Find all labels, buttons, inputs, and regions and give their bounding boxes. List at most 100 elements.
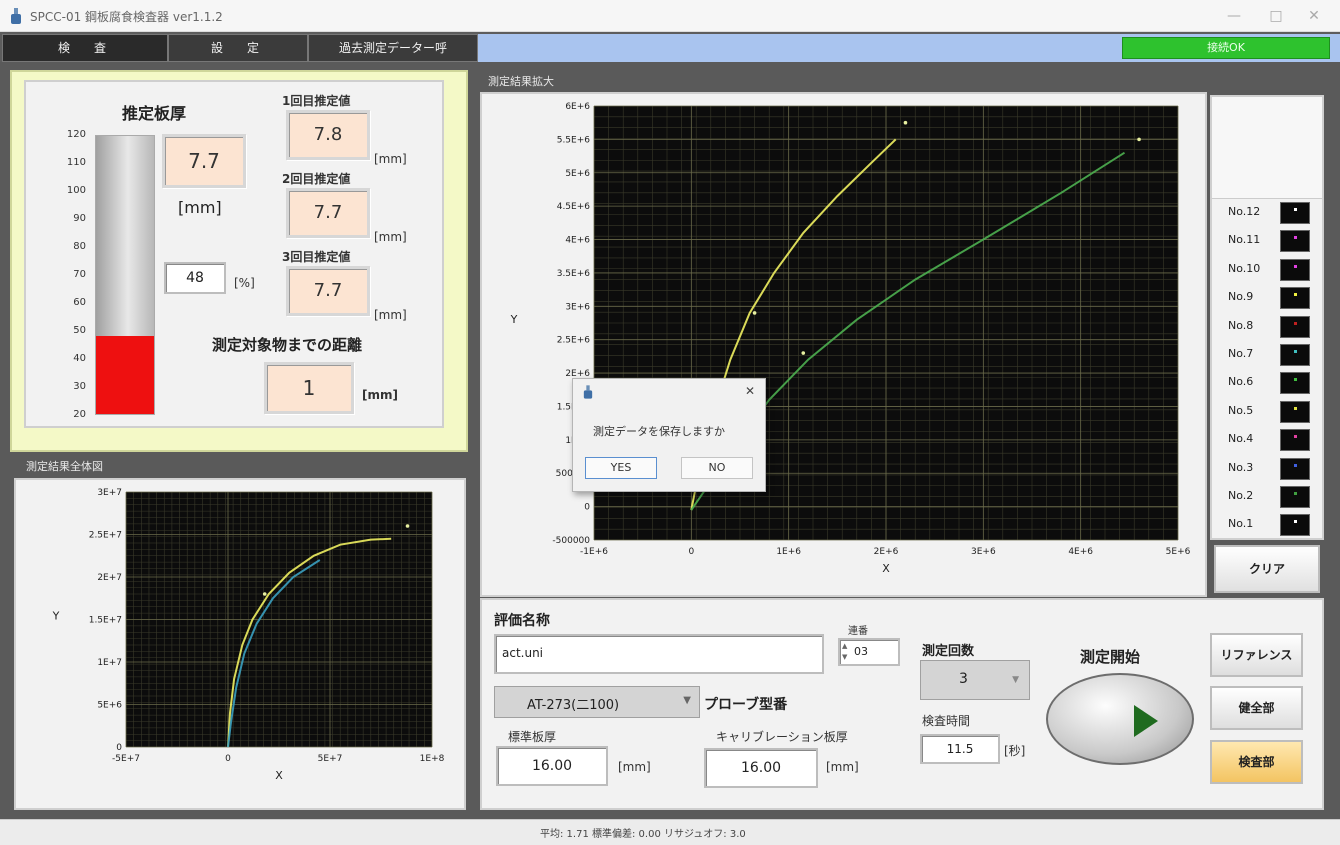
legend-dot (1294, 406, 1297, 410)
x-tick-label: 5E+6 (1166, 547, 1191, 557)
serial-label: 連番 (848, 626, 868, 637)
dialog-no-button[interactable]: NO (681, 457, 753, 479)
thickness-value: 7.7 (162, 134, 246, 188)
clear-button[interactable]: クリア (1214, 545, 1320, 593)
tab-inspection[interactable]: 検 査 (2, 34, 168, 62)
legend-item[interactable]: No.5 (1216, 398, 1322, 426)
legend-item[interactable]: No.12 (1216, 199, 1322, 227)
dialog-close-button[interactable]: ✕ (745, 384, 755, 398)
time-label: 検査時間 (922, 714, 971, 728)
distance-value: 1 (264, 362, 354, 414)
legend-dot (1294, 293, 1297, 297)
legend-item[interactable]: No.4 (1216, 426, 1322, 454)
std-thickness-input[interactable]: 16.00 (496, 746, 608, 786)
serial-value: 03 (854, 645, 868, 658)
legend-item[interactable]: No.3 (1216, 455, 1322, 483)
data-point (262, 592, 267, 596)
calib-input[interactable]: 16.00 (704, 748, 818, 788)
y-tick-label: 0 (584, 503, 590, 513)
serial-input[interactable]: ▲ ▼ 03 (838, 638, 900, 666)
legend-item[interactable]: No.8 (1216, 313, 1322, 341)
legend-swatch (1280, 429, 1310, 452)
count-label: 測定回数 (922, 644, 975, 659)
legend-dot (1294, 264, 1297, 268)
est3-value: 7.7 (286, 266, 370, 316)
y-axis-label: Y (510, 313, 518, 326)
zoom-graph-title: 測定結果拡大 (488, 75, 554, 88)
status-text: 平均: 1.71 標準偏差: 0.00 リサジュオフ: 3.0 (540, 829, 746, 840)
stepper-up-icon[interactable]: ▲ (842, 642, 847, 650)
legend-item[interactable]: No.6 (1216, 369, 1322, 397)
overall-graph-title: 測定結果全体図 (26, 460, 103, 473)
chevron-down-icon: ▼ (683, 695, 691, 706)
gauge-tick-label: 90 (73, 213, 86, 224)
name-input[interactable]: act.uni (494, 634, 824, 674)
gauge-tick-label: 30 (73, 381, 86, 392)
legend-label: No.5 (1228, 403, 1254, 417)
legend-swatch (1280, 287, 1310, 310)
name-label: 評価名称 (494, 613, 550, 629)
probe-select[interactable]: AT-273(二100) ▼ (494, 686, 700, 718)
legend-label: No.8 (1228, 318, 1254, 332)
y-tick-label: 2E+7 (97, 573, 122, 583)
dialog-yes-button[interactable]: YES (585, 457, 657, 479)
est2-unit: [mm] (374, 230, 407, 244)
calib-label: キャリブレーション板厚 (716, 730, 848, 744)
calib-unit: [mm] (826, 760, 859, 774)
percent-value: 48 (164, 262, 226, 294)
est1-label: 1回目推定値 (282, 94, 351, 108)
x-tick-label: 5E+7 (318, 754, 343, 764)
minimize-button[interactable]: — (1222, 6, 1246, 26)
y-tick-label: 0 (116, 743, 122, 753)
legend-label: No.11 (1228, 233, 1261, 247)
tab-settings[interactable]: 設 定 (168, 34, 308, 62)
reference-button[interactable]: リファレンス (1210, 633, 1303, 677)
legend-item[interactable]: No.11 (1216, 227, 1322, 255)
start-measurement-button[interactable] (1046, 673, 1194, 765)
legend-swatch (1280, 230, 1310, 253)
y-tick-label: -500000 (552, 536, 590, 546)
gauge-tick-label: 100 (66, 185, 86, 196)
data-point (405, 524, 410, 528)
chevron-down-icon: ▼ (1012, 675, 1019, 685)
x-axis-label: X (882, 562, 890, 575)
x-axis-label: X (275, 769, 283, 782)
x-tick-label: 3E+6 (971, 547, 996, 557)
legend-label: No.6 (1228, 375, 1254, 389)
legend-dot (1294, 350, 1297, 353)
legend-dot (1294, 435, 1297, 439)
title-bar: SPCC-01 鋼板腐食検査器 ver1.1.2 — □ ✕ (0, 0, 1340, 32)
legend-label: No.9 (1228, 290, 1254, 304)
close-button[interactable]: ✕ (1302, 6, 1326, 26)
x-tick-label: 1E+6 (776, 547, 801, 557)
y-tick-label: 5E+6 (565, 169, 590, 179)
tab-history[interactable]: 過去測定データー呼 (308, 34, 478, 62)
legend-swatch (1280, 372, 1310, 395)
window-title: SPCC-01 鋼板腐食検査器 ver1.1.2 (30, 10, 223, 24)
legend-item[interactable]: No.1 (1216, 511, 1322, 539)
data-point (903, 120, 908, 125)
healthy-part-button[interactable]: 健全部 (1210, 686, 1303, 730)
gauge-tick-label: 70 (73, 269, 86, 280)
stepper-down-icon[interactable]: ▼ (842, 653, 847, 661)
maximize-button[interactable]: □ (1264, 6, 1288, 26)
legend-item[interactable]: No.2 (1216, 483, 1322, 511)
est1-unit: [mm] (374, 152, 407, 166)
legend-swatch (1280, 457, 1310, 480)
y-tick-label: 3E+7 (97, 488, 122, 498)
y-tick-label: 1.5E+7 (89, 616, 122, 626)
legend-item[interactable]: No.7 (1216, 341, 1322, 369)
count-select[interactable]: 3 ▼ (920, 660, 1030, 700)
legend-item[interactable]: No.9 (1216, 284, 1322, 312)
zoom-graph[interactable]: -1E+601E+62E+63E+64E+65E+6-5000000500000… (482, 94, 1205, 595)
dialog-message: 測定データを保存しますか (593, 425, 725, 438)
overall-graph[interactable]: -5E+7 0 5E+7 1E+805E+61E+71.5E+72E+72.5E+73… (16, 480, 464, 808)
y-tick-label: 3E+6 (565, 302, 590, 312)
inspection-part-button[interactable]: 検査部 (1210, 740, 1303, 784)
legend-label: No.7 (1228, 347, 1254, 360)
y-tick-label: 6E+6 (565, 102, 590, 112)
legend-header (1212, 97, 1322, 199)
gauge-tick-label: 120 (66, 129, 86, 140)
legend-item[interactable]: No.10 (1216, 256, 1322, 284)
legend-swatch (1280, 202, 1310, 224)
